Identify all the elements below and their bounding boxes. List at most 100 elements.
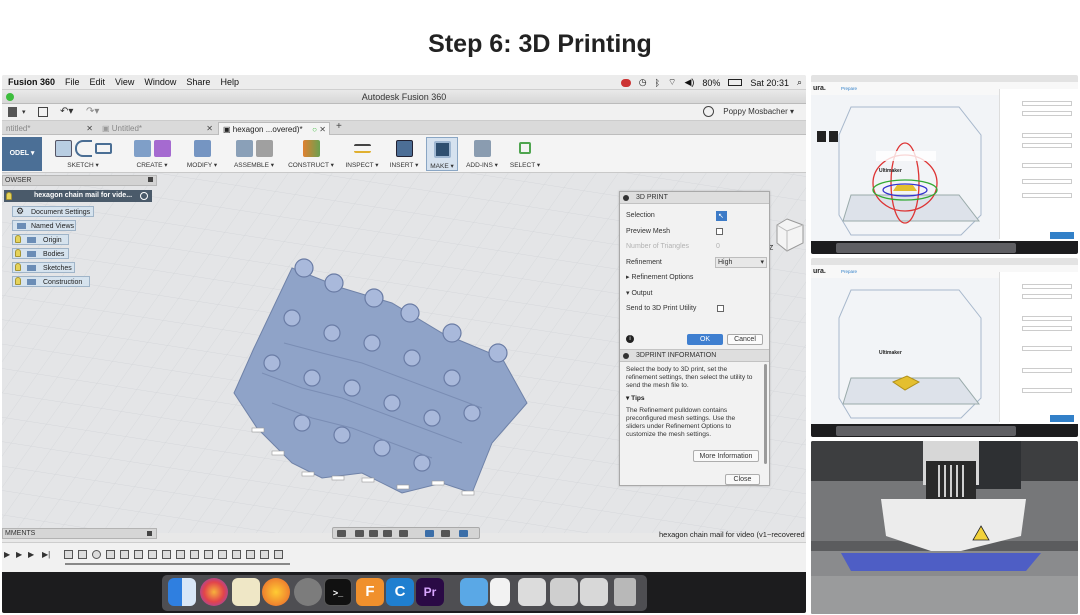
print-setup-field[interactable] [1022,133,1072,138]
browser-item-sketches[interactable]: Sketches [12,262,75,273]
browser-root-component[interactable]: hexagon chain mail for vide... [4,190,152,202]
screenshot-icon[interactable] [580,578,608,606]
toolbar-sketch[interactable]: SKETCH ▾ [48,137,118,171]
menubar-clock[interactable]: Sat 20:31 [750,78,789,88]
save-to-file-button[interactable] [1050,415,1074,422]
save-icon[interactable] [38,107,48,117]
visibility-bulb-icon[interactable] [15,249,21,257]
toolbar-assemble[interactable]: ASSEMBLE ▾ [228,137,280,171]
more-information-button[interactable]: More Information [693,450,759,462]
viewcube[interactable]: Z [769,215,805,255]
ok-button[interactable]: OK [687,334,723,345]
grid-settings-icon[interactable] [441,530,450,537]
toolbar-add-ins[interactable]: ADD-INS ▾ [462,137,502,171]
toolbar-insert[interactable]: INSERT ▾ [386,137,422,171]
timeline-feature[interactable] [218,550,227,559]
infill-field[interactable] [1022,179,1072,184]
cura-icon[interactable]: C [386,578,414,606]
radio-icon[interactable] [140,192,148,200]
zoom-window-icon[interactable] [399,530,408,537]
notes-icon[interactable] [232,578,260,606]
close-icon[interactable]: ✕ [206,122,213,135]
timeline-feature[interactable] [162,550,171,559]
spotlight-search-icon[interactable]: ⌕ [797,77,802,88]
quality-slider[interactable] [1022,163,1072,168]
nozzle-field[interactable] [1022,111,1072,116]
new-tab-icon[interactable]: + [336,121,342,132]
nozzle-field[interactable] [1022,294,1072,299]
trash-icon[interactable] [614,578,636,606]
wifi-icon[interactable]: ⌔ [668,77,676,88]
cura-thumbnail-2[interactable]: ura. Prepare Ultimaker [811,258,1078,437]
timeline-play-icon[interactable]: ▶ [16,550,22,559]
look-at-icon[interactable] [355,530,364,537]
tab-hexagon[interactable]: ▣ hexagon ...overed)* ○ ✕ [218,122,330,135]
job-status-icon[interactable] [703,106,714,117]
creative-cloud-icon[interactable] [620,78,631,87]
menu-edit[interactable]: Edit [90,77,106,87]
time-machine-icon[interactable]: ◷ [639,77,647,88]
redo-icon[interactable]: ↷▾ [86,107,99,117]
build-volume[interactable] [811,278,999,437]
finder-icon[interactable] [168,578,196,606]
tab-prepare[interactable]: Prepare [841,86,857,91]
timeline-track[interactable] [65,563,290,565]
toolbar-make[interactable]: MAKE ▾ [426,137,458,171]
visibility-bulb-icon[interactable] [6,192,12,200]
info-icon[interactable]: i [626,335,634,343]
timeline-feature[interactable] [148,550,157,559]
window-zoom-button[interactable] [6,93,14,101]
build-volume[interactable] [811,95,999,254]
menu-window[interactable]: Window [144,77,176,87]
pin-icon[interactable] [148,177,153,182]
info-header[interactable]: 3DPRINT INFORMATION [620,350,769,362]
timeline-feature[interactable] [232,550,241,559]
screenshot-icon[interactable] [518,578,546,606]
comments-panel[interactable]: MMENTS [2,528,157,539]
timeline-feature[interactable] [246,550,255,559]
terminal-icon[interactable]: >_ [324,578,352,606]
toolbar-construct[interactable]: CONSTRUCT ▾ [286,137,336,171]
material-field[interactable] [1022,101,1072,106]
tab-untitled-2[interactable]: ▣ Untitled* ✕ [98,122,216,135]
toolbar-modify[interactable]: MODIFY ▾ [182,137,222,171]
menu-share[interactable]: Share [186,77,210,87]
undo-icon[interactable]: ↶▾ [60,107,73,117]
pin-icon[interactable] [147,531,152,536]
pan-icon[interactable] [369,530,378,537]
cooling-field[interactable] [1022,368,1072,373]
timeline-feature[interactable] [92,550,101,559]
build-plate-field[interactable] [1022,388,1072,393]
browser-item-construction[interactable]: Construction [12,276,90,287]
close-icon[interactable]: ✕ [86,122,93,135]
app-menu[interactable]: Fusion 360 [8,77,55,87]
browser-item-bodies[interactable]: Bodies [12,248,69,259]
visibility-bulb-icon[interactable] [15,235,21,243]
timeline-feature[interactable] [190,550,199,559]
preferences-icon[interactable] [294,578,322,606]
workspace-switcher[interactable]: ODEL ▾ [2,137,42,171]
display-settings-icon[interactable] [425,530,434,537]
menu-file[interactable]: File [65,77,80,87]
browser-item-origin[interactable]: Origin [12,234,69,245]
selection-button[interactable]: ↖ [716,211,727,221]
timeline-feature[interactable] [64,550,73,559]
expand-icon[interactable] [623,195,629,201]
fusion-360-icon[interactable]: F [356,578,384,606]
support-field[interactable] [1022,193,1072,198]
firefox-icon[interactable] [262,578,290,606]
zoom-icon[interactable] [383,530,392,537]
timeline-feature[interactable] [134,550,143,559]
viewports-icon[interactable] [459,530,468,537]
profile-field[interactable] [1022,143,1072,148]
folder-icon[interactable] [460,578,488,606]
toolbar-create[interactable]: CREATE ▾ [126,137,178,171]
visibility-bulb-icon[interactable] [15,277,21,285]
photos-icon[interactable] [200,578,228,606]
tab-untitled-1[interactable]: ntitled* ✕ [2,122,96,135]
timeline-feature[interactable] [78,550,87,559]
close-button[interactable]: Close [725,474,760,485]
timeline-end-icon[interactable]: ▶| [42,550,50,559]
battery-icon[interactable] [728,79,743,86]
bluetooth-icon[interactable]: ᛒ [655,78,660,88]
